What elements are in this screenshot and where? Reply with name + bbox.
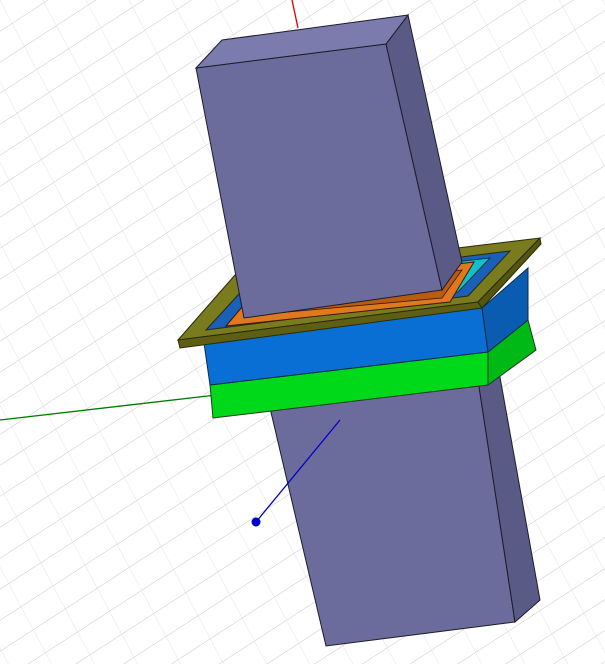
z-axis-endpoint-marker[interactable] xyxy=(251,517,261,527)
3d-viewport[interactable] xyxy=(0,0,605,664)
